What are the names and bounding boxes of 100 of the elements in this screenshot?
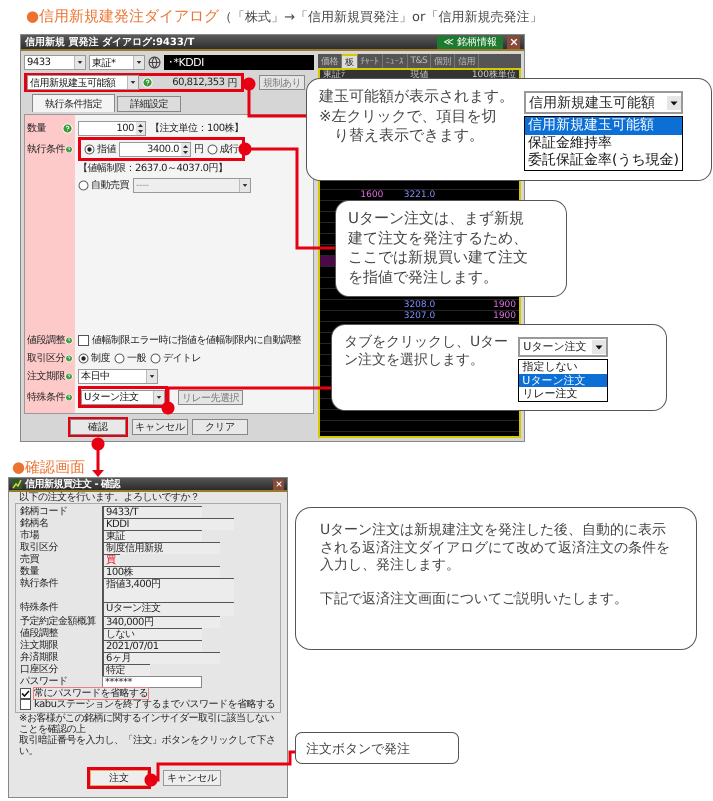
caret-icon <box>74 56 85 69</box>
tab[interactable]: ﾆｭｰｽ <box>382 54 408 68</box>
window-title: 信用新規 買発注 ダイアログ:9433/T <box>25 35 194 49</box>
symbol-select[interactable]: 9433 <box>24 55 86 70</box>
menu-path: （「株式」→「信用新規買発注」or「信用新規売発注」 <box>219 10 542 26</box>
field-label: 注文期限 <box>27 370 65 383</box>
checkbox[interactable]: kabuステーションを終了するまでパスワードを省略する <box>20 699 276 710</box>
tab[interactable]: 板 <box>342 54 358 68</box>
callout-text: タブをクリックし、Uター ン注文を選択します。 <box>344 333 508 370</box>
field-value: KDDI <box>102 518 234 530</box>
unit-note: 【注文単位：100株】 <box>150 122 244 135</box>
stock-info-button[interactable]: ≪ 銘柄情報 <box>437 36 503 48</box>
order-button[interactable]: 注文 <box>90 770 148 786</box>
price-field[interactable]: 3400.0 <box>119 142 191 156</box>
field-label: 取引区分 <box>27 352 65 365</box>
dropdown[interactable]: 信用新規建玉可能額 <box>524 91 683 114</box>
amount-unit: 円 <box>228 76 237 90</box>
cancel-button[interactable]: キャンセル <box>163 770 221 786</box>
caret-icon <box>146 370 157 382</box>
field-label: 特殊条件 <box>27 390 65 404</box>
notice-text: 取引暗証番号を入力し、「注文」ボタンをクリックして下さい。 <box>18 735 276 757</box>
tab[interactable]: T&S <box>408 54 432 68</box>
radio-icon <box>78 352 89 364</box>
tab[interactable]: 詳細設定 <box>117 96 181 112</box>
close-icon <box>274 480 282 488</box>
help-icon <box>62 122 73 134</box>
field-value: 制度信用新規 <box>102 542 220 554</box>
display-select[interactable]: 信用新規建玉可能額 <box>27 75 139 90</box>
field-value: 買 <box>102 554 120 566</box>
field-value: 9433/T <box>102 506 202 518</box>
radio-button[interactable]: デイトレ <box>150 351 201 365</box>
caret-icon <box>153 390 164 404</box>
table-cell-text: 1600 <box>359 190 384 200</box>
close-button[interactable] <box>507 36 520 48</box>
close-button[interactable] <box>273 478 284 490</box>
field-label: 売買 <box>20 554 40 565</box>
tab[interactable]: 執行条件指定 <box>32 94 115 112</box>
radio-button[interactable]: 自動売買 <box>78 178 129 192</box>
field-label: 取引区分 <box>20 542 59 553</box>
price-unit: 円 <box>194 143 204 156</box>
help-icon <box>65 144 73 154</box>
regulation-button[interactable]: 規制あり <box>259 75 305 90</box>
caret-icon <box>592 340 606 354</box>
tab[interactable]: 個別 <box>431 54 456 68</box>
radio-button[interactable]: 指値 <box>84 142 116 156</box>
field-label: 予定約定金額概算 <box>20 616 97 627</box>
info-text: 下記で返済注文画面についてご説明いたします。 <box>320 590 629 608</box>
market-select[interactable]: 東証* <box>89 55 145 70</box>
price-limit-note: 【値幅制限：2637.0～4037.0円】 <box>78 162 228 175</box>
field-label: 執行条件 <box>20 578 60 589</box>
callout-text: 建玉可能額が表示されます。 ※左クリックで、項目を切 り替え表示できます。 <box>319 87 514 146</box>
dropdown-option[interactable]: 信用新規建玉可能額 <box>525 117 682 134</box>
field-label: 銘柄コード <box>20 506 68 517</box>
dropdown-option[interactable]: Uターン注文 <box>519 374 608 388</box>
tab[interactable]: 価格 <box>318 54 342 68</box>
radio-icon <box>150 352 161 364</box>
confirm-button[interactable]: 確認 <box>70 419 126 435</box>
field-value: 2021/07/01 <box>102 640 202 652</box>
help-icon <box>65 334 73 346</box>
field-value: 東証 <box>102 530 202 542</box>
caret-icon <box>239 178 250 192</box>
table-cell-text: 3221.0 <box>402 190 436 200</box>
dropdown[interactable]: Uターン注文 <box>518 337 608 357</box>
checkbox[interactable]: 値幅制限エラー時に指値を値幅制限内に自動調整 <box>78 333 301 347</box>
tab[interactable]: 信用 <box>455 54 480 68</box>
info-text: Uターン注文は新規建注文を発注した後、自動的に表示される返済注文ダイアログにて改めて返済注文の条件を入力し、発注します。 <box>320 522 670 574</box>
radio-button[interactable]: 成行 <box>206 142 238 156</box>
table-cell-text: 1900 <box>492 300 517 310</box>
radio-button[interactable]: 制度 <box>78 351 110 365</box>
checkbox-icon <box>20 699 31 710</box>
radio-button[interactable]: 一般 <box>114 351 146 365</box>
globe-icon[interactable] <box>148 56 161 69</box>
chart-icon <box>12 479 22 489</box>
callout-text: Uターン注文は、まず新規 建て注文を発注するため、 ここでは新規買い建て注文 を指値で発注します。 <box>348 209 528 288</box>
special-condition-select[interactable]: Uターン注文 <box>81 390 165 404</box>
field-label: 市場 <box>20 530 40 541</box>
caret-icon <box>666 96 681 110</box>
field-value: 6ヶ月 <box>102 652 220 664</box>
dialog-button[interactable]: キャンセル <box>132 419 188 435</box>
column-header: 現値 <box>409 70 430 80</box>
field-label: パスワード <box>20 676 68 687</box>
field-value: Uターン注文 <box>102 602 234 616</box>
tab[interactable]: ﾁｬｰﾄ <box>358 54 382 68</box>
expiry-select[interactable]: 本日中 <box>78 368 158 384</box>
callout-text: 注文ボタンで発注 <box>295 732 459 764</box>
field-value: 特定 <box>102 664 150 676</box>
table-cell-text: 1900 <box>492 311 517 321</box>
help-icon <box>65 352 73 364</box>
field-label: 特殊条件 <box>20 602 60 613</box>
field-value: しない <box>102 628 202 640</box>
field-label: 弁済期限 <box>20 652 59 663</box>
table-cell-text: 3208.0 <box>402 300 436 310</box>
field-label: 注文期限 <box>20 640 59 651</box>
checkbox[interactable]: 常にパスワードを省略する <box>20 688 276 699</box>
radio-icon <box>84 144 95 154</box>
dialog-button[interactable]: クリア <box>192 419 248 435</box>
radio-icon <box>206 144 218 154</box>
field-label: 値段調整 <box>20 628 59 639</box>
quantity-field[interactable]: 100 <box>78 120 146 136</box>
password-field[interactable]: ****** <box>102 676 202 688</box>
